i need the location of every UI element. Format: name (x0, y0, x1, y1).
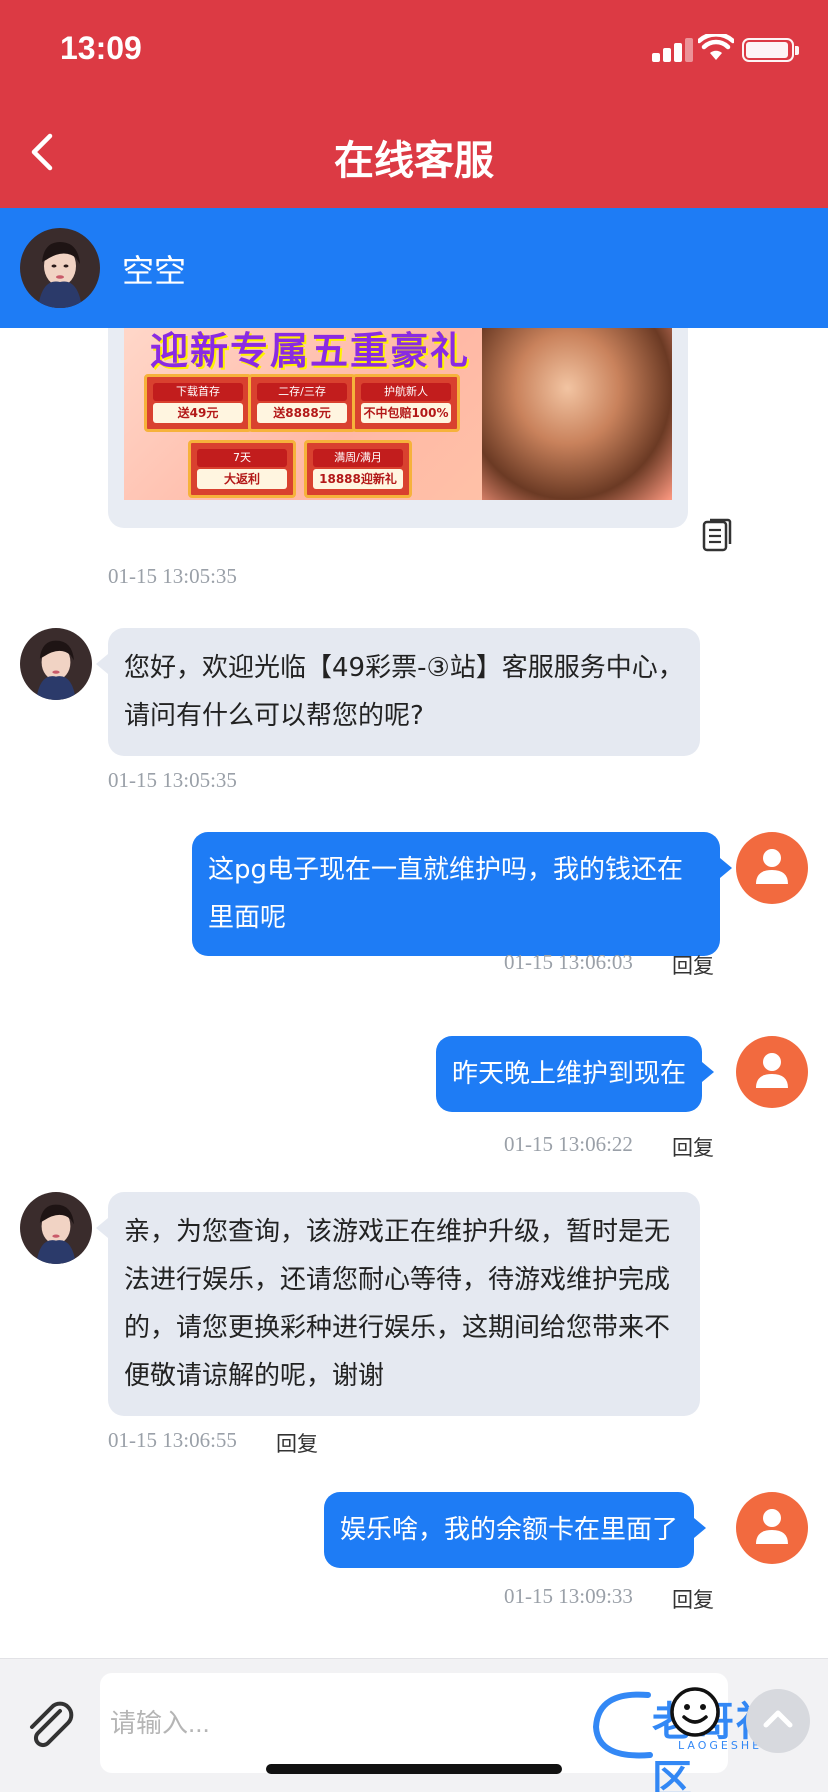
agent-name: 空空 (122, 252, 187, 290)
home-indicator (266, 1764, 562, 1774)
battery-icon (742, 38, 799, 62)
message-timestamp: 01-15 13:06:55 (108, 1428, 237, 1452)
user-icon (756, 849, 788, 884)
gift-title: 7天 (197, 449, 287, 467)
user-message[interactable]: 这pg电子现在一直就维护吗，我的钱还在里面呢 (192, 832, 732, 956)
chat-messages[interactable]: 迎新专属五重豪礼 下载首存 送49元 二存/三存 送8888元 护航新人 不中包… (0, 328, 828, 1658)
agent-avatar (20, 628, 92, 700)
promo-gift: 二存/三存 送8888元 (248, 374, 356, 432)
gift-value: 大返利 (197, 469, 287, 489)
promo-gift: 下载首存 送49元 (144, 374, 252, 432)
status-bar: 13:09 (0, 0, 828, 96)
promo-banner[interactable]: 迎新专属五重豪礼 下载首存 送49元 二存/三存 送8888元 护航新人 不中包… (124, 328, 672, 500)
message-timestamp: 01-15 13:06:22 (504, 1132, 633, 1156)
user-avatar (736, 1492, 808, 1564)
user-icon (756, 1053, 788, 1088)
agent-message[interactable]: 亲，为您查询，该游戏正在维护升级，暂时是无法进行娱乐，还请您耐心等待，待游戏维护… (96, 1192, 700, 1416)
user-avatar (736, 832, 808, 904)
reply-button[interactable]: 回复 (672, 1132, 714, 1162)
gift-title: 护航新人 (361, 383, 451, 401)
message-input[interactable] (110, 1673, 590, 1773)
agent-header: 空空 (0, 208, 828, 328)
gift-value: 送8888元 (257, 403, 347, 423)
page-title: 在线客服 (334, 138, 494, 184)
emoji-icon[interactable] (668, 1685, 722, 1739)
message-text: 昨天晚上维护到现在 (452, 1059, 687, 1089)
user-message[interactable]: 昨天晚上维护到现在 (436, 1036, 715, 1112)
gift-title: 满周/满月 (313, 449, 403, 467)
reply-button[interactable]: 回复 (672, 950, 714, 980)
gift-value: 18888迎新礼 (313, 469, 403, 489)
send-button[interactable] (746, 1689, 810, 1753)
message-timestamp: 01-15 13:05:35 (108, 768, 237, 792)
gift-title: 二存/三存 (257, 383, 347, 401)
user-message[interactable]: 娱乐啥，我的余额卡在里面了 (324, 1492, 707, 1568)
user-avatar (736, 1036, 808, 1108)
agent-avatar (20, 228, 100, 308)
promo-model-photo (482, 328, 672, 500)
message-timestamp: 01-15 13:05:35 (108, 564, 237, 588)
message-text: 您好，欢迎光临【49彩票-③站】客服服务中心，请问有什么可以帮您的呢? (124, 653, 684, 731)
reply-button[interactable]: 回复 (672, 1584, 714, 1614)
gift-title: 下载首存 (153, 383, 243, 401)
status-time: 13:09 (60, 30, 142, 66)
cellular-signal-icon (652, 38, 694, 62)
nav-bar: 在线客服 (0, 96, 828, 208)
message-text: 亲，为您查询，该游戏正在维护升级，暂时是无法进行娱乐，还请您耐心等待，待游戏维护… (124, 1217, 671, 1391)
promo-gift: 7天 大返利 (188, 440, 296, 498)
reply-button[interactable]: 回复 (276, 1428, 318, 1458)
promo-image-message[interactable]: 迎新专属五重豪礼 下载首存 送49元 二存/三存 送8888元 护航新人 不中包… (108, 328, 688, 528)
user-icon (756, 1509, 788, 1544)
wifi-icon (698, 34, 734, 60)
promo-gift: 满周/满月 18888迎新礼 (304, 440, 412, 498)
arrow-up-icon (763, 1710, 793, 1728)
copy-icon[interactable] (702, 518, 732, 552)
gift-value: 送49元 (153, 403, 243, 423)
message-text: 这pg电子现在一直就维护吗，我的钱还在里面呢 (208, 855, 684, 933)
message-timestamp: 01-15 13:09:33 (504, 1584, 633, 1608)
message-text: 娱乐啥，我的余额卡在里面了 (340, 1515, 679, 1545)
promo-headline: 迎新专属五重豪礼 (150, 329, 471, 373)
agent-avatar (20, 1192, 92, 1264)
agent-message[interactable]: 您好，欢迎光临【49彩票-③站】客服服务中心，请问有什么可以帮您的呢? (96, 628, 700, 756)
paperclip-icon[interactable] (22, 1697, 78, 1753)
promo-gift: 护航新人 不中包赔100% (352, 374, 460, 432)
message-timestamp: 01-15 13:06:03 (504, 950, 633, 974)
gift-value: 不中包赔100% (361, 403, 451, 423)
